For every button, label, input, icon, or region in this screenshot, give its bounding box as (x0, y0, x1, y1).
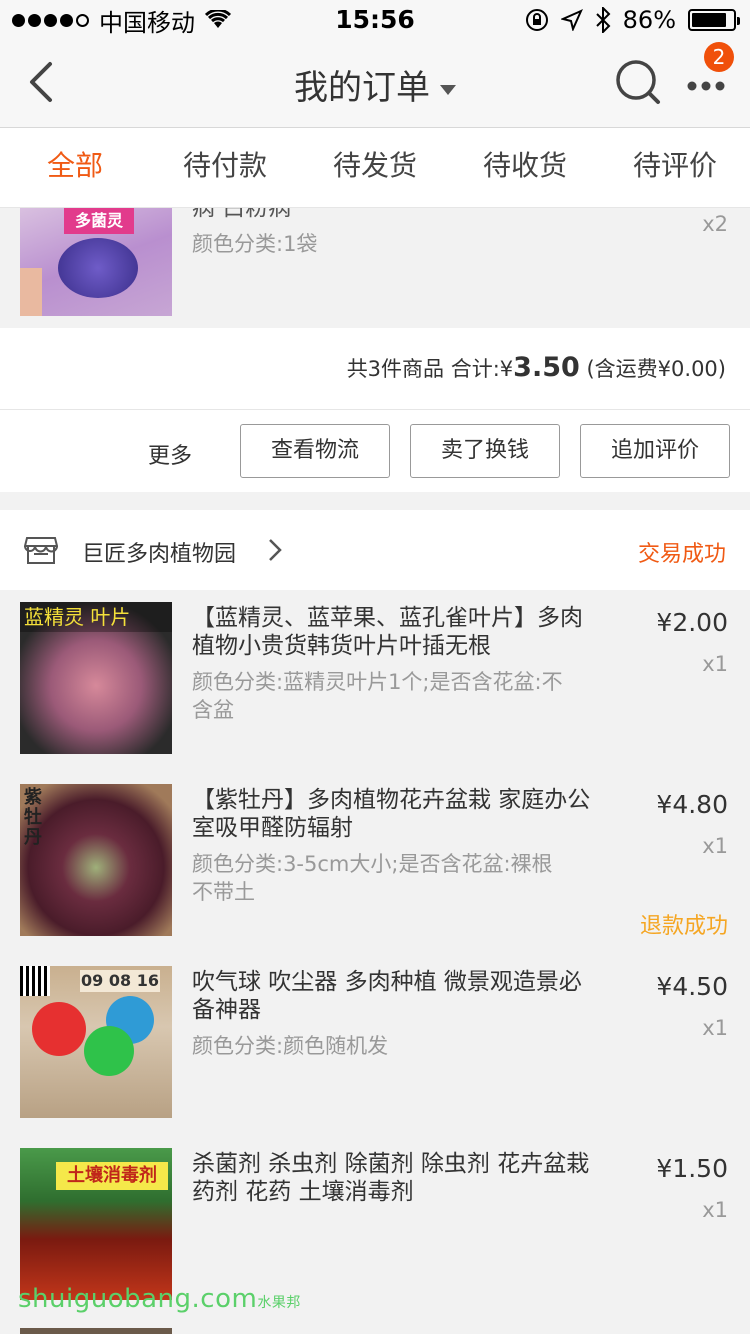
watermark: shuiguobang.com水果邦 (18, 1284, 301, 1314)
product-thumbnail: 多菌灵 (20, 208, 172, 316)
product-title: 病 白粉病 (192, 208, 292, 221)
product-thumbnail: 土壤消毒剂 (20, 1148, 172, 1300)
thumbnail-label: 09 08 16 (80, 970, 160, 992)
product-quantity: x1 (702, 834, 728, 858)
resell-button[interactable]: 卖了换钱 (410, 424, 560, 478)
flower-image (58, 238, 138, 298)
tab-pending-payment[interactable]: 待付款 (150, 128, 300, 207)
product-quantity: x1 (702, 1198, 728, 1222)
order-item[interactable]: 蓝精灵 叶片 【蓝精灵、蓝苹果、蓝孔雀叶片】多肉植物小贵货韩货叶片叶插无根 颜色… (0, 590, 750, 766)
product-title: 【紫牡丹】多肉植物花卉盆栽 家庭办公室吸甲醛防辐射 (192, 787, 591, 841)
thumbnail-label: 多菌灵 (64, 208, 134, 234)
product-spec: 颜色分类:3-5cm大小;是否含花盆:裸根不带土 (192, 852, 553, 904)
battery-percent: 86% (622, 6, 676, 34)
watermark-text: shuiguobang.com (18, 1284, 258, 1314)
product-title: 【蓝精灵、蓝苹果、蓝孔雀叶片】多肉植物小贵货韩货叶片叶插无根 (192, 605, 583, 659)
navigation-bar: 我的订单 2 (0, 40, 750, 128)
notification-badge: 2 (704, 42, 734, 72)
product-quantity: x2 (702, 212, 728, 236)
order-summary: 共3件商品 合计:¥3.50 (含运费¥0.00) (0, 328, 750, 410)
chevron-down-icon (440, 84, 456, 95)
product-price: ¥2.00 (656, 608, 728, 637)
product-title: 杀菌剂 杀虫剂 除菌剂 除虫剂 花卉盆栽药剂 花药 土壤消毒剂 (192, 1151, 590, 1205)
search-button[interactable] (614, 58, 662, 106)
product-title: 吹气球 吹尘器 多肉种植 微景观造景必备神器 (192, 969, 582, 1023)
tab-pending-shipment[interactable]: 待发货 (300, 128, 450, 207)
product-thumbnail: 蓝精灵 叶片 (20, 602, 172, 754)
order-total: 共3件商品 合计:¥3.50 (含运费¥0.00) (347, 352, 726, 383)
bluetooth-icon (595, 7, 611, 33)
rotation-lock-icon (525, 9, 548, 31)
view-logistics-button[interactable]: 查看物流 (240, 424, 390, 478)
summary-total-amount: 3.50 (513, 352, 580, 383)
shop-name[interactable]: 巨匠多肉植物园 (82, 536, 236, 568)
battery-icon (688, 9, 740, 31)
shop-icon (24, 537, 58, 564)
product-quantity: x1 (702, 1016, 728, 1040)
location-icon (560, 9, 583, 31)
tab-pending-receipt[interactable]: 待收货 (450, 128, 600, 207)
qr-code-image (20, 966, 50, 996)
order-item[interactable]: 多菌灵 病 白粉病 颜色分类:1袋 x2 (0, 208, 750, 328)
summary-count: 共3件商品 合计:¥ (346, 357, 514, 381)
shop-header[interactable]: 巨匠多肉植物园 交易成功 (0, 510, 750, 590)
product-spec: 颜色分类:蓝精灵叶片1个;是否含花盆:不含盆 (192, 670, 563, 722)
summary-shipping: (含运费¥0.00) (586, 357, 726, 381)
order-item[interactable] (0, 1320, 750, 1334)
watermark-cn: 水果邦 (257, 1295, 301, 1311)
order-status: 交易成功 (637, 542, 726, 567)
thumbnail-label: 土壤消毒剂 (56, 1162, 168, 1190)
product-price: ¥4.50 (656, 972, 728, 1001)
page-title-text: 我的订单 (294, 68, 430, 108)
tab-all[interactable]: 全部 (0, 128, 150, 207)
add-review-button[interactable]: 追加评价 (580, 424, 730, 478)
thumbnail-label: 紫牡丹 (24, 787, 42, 848)
thumbnail-label: 蓝精灵 叶片 (20, 602, 172, 632)
product-spec: 颜色分类:1袋 (192, 232, 318, 256)
chevron-right-icon (269, 539, 282, 561)
order-filter-tabs: 全部 待付款 待发货 待收货 待评价 (0, 128, 750, 208)
product-thumbnail: 09 08 16 (20, 966, 172, 1118)
more-button[interactable]: 更多 (148, 438, 192, 470)
product-price: ¥1.50 (656, 1154, 728, 1183)
order-list[interactable]: 多菌灵 病 白粉病 颜色分类:1袋 x2 共3件商品 合计:¥3.50 (含运费… (0, 208, 750, 1334)
product-quantity: x1 (702, 652, 728, 676)
product-price: ¥4.80 (656, 790, 728, 819)
order-item[interactable]: 09 08 16 吹气球 吹尘器 多肉种植 微景观造景必备神器 颜色分类:颜色随… (0, 954, 750, 1130)
red-blower-image (32, 1002, 86, 1056)
status-bar: 中国移动 15:56 86% (0, 0, 750, 40)
refund-status: 退款成功 (639, 914, 728, 939)
green-blower-image (84, 1026, 134, 1076)
order-actions: 更多 查看物流 卖了换钱 追加评价 (0, 410, 750, 492)
order-item[interactable]: 紫牡丹 【紫牡丹】多肉植物花卉盆栽 家庭办公室吸甲醛防辐射 颜色分类:3-5cm… (0, 772, 750, 948)
hand-image (20, 268, 42, 316)
product-thumbnail: 紫牡丹 (20, 784, 172, 936)
status-right: 86% (525, 6, 740, 34)
tab-pending-review[interactable]: 待评价 (600, 128, 750, 207)
product-spec: 颜色分类:颜色随机发 (192, 1034, 389, 1058)
product-thumbnail (20, 1328, 172, 1334)
